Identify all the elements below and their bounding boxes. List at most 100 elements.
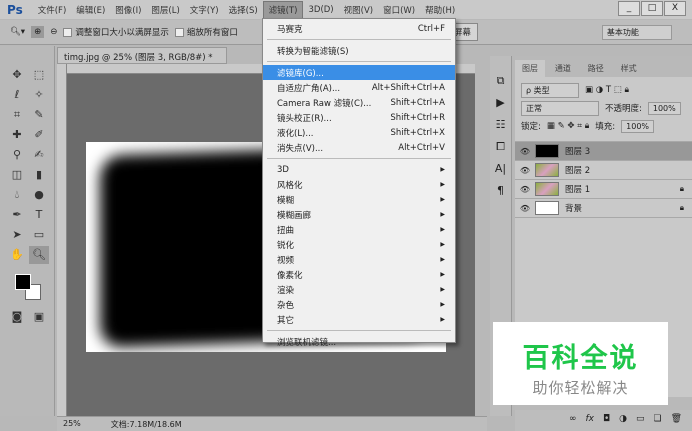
arrow-right-icon: ▶ (440, 286, 445, 293)
menu-bar: Ps 文件(F) 编辑(E) 图像(I) 图层(L) 文字(Y) 选择(S) 滤… (0, 0, 692, 19)
menu-layer[interactable]: 图层(L) (146, 2, 184, 18)
arrow-right-icon: ▶ (440, 316, 445, 323)
menu-item-vanishing-point[interactable]: 消失点(V)... Alt+Ctrl+V (263, 140, 455, 155)
hand-tool-icon[interactable]: ✋ (7, 246, 27, 264)
properties-icon[interactable]: ☷ (490, 114, 511, 136)
quick-mask-icon[interactable]: ◙ (7, 308, 27, 326)
document-tab[interactable]: timg.jpg @ 25% (图层 3, RGB/8#) * × (57, 47, 227, 73)
menu-3d[interactable]: 3D(D) (303, 3, 338, 17)
submenu-sharpen[interactable]: 锐化 ▶ (263, 237, 455, 252)
zoom-level[interactable]: 25% (63, 419, 81, 429)
layer-row[interactable]: 👁︎ 背景 🔒︎ (515, 199, 692, 218)
trash-icon[interactable]: 🗑︎ (671, 414, 682, 427)
layer-row[interactable]: 👁︎ 图层 2 (515, 161, 692, 180)
marquee-tool-icon[interactable]: ⬚ (29, 66, 49, 84)
close-button[interactable]: X (664, 1, 686, 16)
character-icon[interactable]: A| (490, 158, 511, 180)
crop-tool-icon[interactable]: ⌗ (7, 106, 27, 124)
move-tool-icon[interactable]: ✥ (7, 66, 27, 84)
fx-icon[interactable]: fx (585, 414, 594, 427)
toolbar: ✥ ⬚ ℓ ✧ ⌗ ✎ ✚ ✐ ⚲ ✍ ◫ ▮ 💧︎ ● ✒ T ➤ ▭ ✋ 🔍… (0, 46, 55, 416)
menu-item-filter-gallery[interactable]: 滤镜库(G)... (263, 65, 455, 80)
folder-icon[interactable]: ▭ (636, 414, 645, 427)
tab-styles[interactable]: 样式 (614, 60, 644, 77)
submenu-blur-gallery[interactable]: 模糊画廊 ▶ (263, 207, 455, 222)
zoom-out-icon[interactable]: ⊖ (50, 27, 57, 37)
mask-icon[interactable]: ◘ (603, 414, 610, 427)
tab-paths[interactable]: 路径 (581, 60, 611, 77)
submenu-distort[interactable]: 扭曲 ▶ (263, 222, 455, 237)
healing-brush-icon[interactable]: ✚ (7, 126, 27, 144)
menu-item-camera-raw[interactable]: Camera Raw 滤镜(C)... Shift+Ctrl+A (263, 95, 455, 110)
menu-item-lens-correction[interactable]: 镜头校正(R)... Shift+Ctrl+R (263, 110, 455, 125)
eraser-icon[interactable]: ◫ (7, 166, 27, 184)
dodge-tool-icon[interactable]: ● (29, 186, 49, 204)
submenu-noise[interactable]: 杂色 ▶ (263, 297, 455, 312)
path-select-icon[interactable]: ➤ (7, 226, 27, 244)
menu-window[interactable]: 窗口(W) (378, 2, 420, 18)
menu-item-convert-smart[interactable]: 转换为智能滤镜(S) (263, 43, 455, 58)
menu-file[interactable]: 文件(F) (33, 2, 72, 18)
clone-source-icon[interactable]: ⧠ (490, 136, 511, 158)
new-layer-icon[interactable]: ❏ (653, 414, 661, 427)
filter-kind-select[interactable]: ρ 类型 (521, 82, 579, 98)
opacity-field[interactable]: 100% (647, 101, 681, 115)
submenu-pixelate[interactable]: 像素化 ▶ (263, 267, 455, 282)
filter-icons[interactable]: ▣ ◑ T ⬚ 🔒︎ (585, 85, 629, 95)
history-brush-icon[interactable]: ✍ (29, 146, 49, 164)
eye-icon[interactable]: 👁︎ (515, 147, 535, 156)
magic-wand-icon[interactable]: ✧ (29, 86, 49, 104)
layer-row[interactable]: 👁︎ 图层 3 (515, 142, 692, 161)
eye-icon[interactable]: 👁︎ (515, 166, 535, 175)
menu-item-adaptive-wide-angle[interactable]: 自适应广角(A)... Alt+Shift+Ctrl+A (263, 80, 455, 95)
brush-tool-icon[interactable]: ✐ (29, 126, 49, 144)
menu-filter[interactable]: 滤镜(T) (262, 0, 304, 19)
eyedropper-icon[interactable]: ✎ (29, 106, 49, 124)
submenu-stylize[interactable]: 风格化 ▶ (263, 177, 455, 192)
menu-edit[interactable]: 编辑(E) (71, 2, 110, 18)
eye-icon[interactable]: 👁︎ (515, 204, 535, 213)
eye-icon[interactable]: 👁︎ (515, 185, 535, 194)
workspace-select[interactable]: 基本功能 (601, 24, 672, 40)
blur-tool-icon[interactable]: 💧︎ (7, 186, 27, 204)
lock-icons[interactable]: ▦ ✎ ✥ ⌗ 🔒︎ (547, 121, 589, 131)
tab-channels[interactable]: 通道 (548, 60, 578, 77)
submenu-render[interactable]: 渲染 ▶ (263, 282, 455, 297)
zoom-tool-icon[interactable]: 🔍︎▾ (10, 27, 25, 37)
menu-item-browse-online[interactable]: 浏览联机滤镜... (263, 334, 455, 349)
pen-tool-icon[interactable]: ✒ (7, 206, 27, 224)
blend-mode-select[interactable]: 正常 (521, 100, 599, 116)
paragraph-icon[interactable]: ¶ (490, 180, 511, 202)
minimize-button[interactable]: _ (618, 1, 640, 16)
shape-tool-icon[interactable]: ▭ (29, 226, 49, 244)
tab-layers[interactable]: 图层 (515, 60, 545, 77)
menu-help[interactable]: 帮助(H) (420, 2, 460, 18)
resize-window-checkbox[interactable]: 调整窗口大小以满屏显示 (63, 26, 169, 38)
menu-item-last-filter[interactable]: 马赛克 Ctrl+F (263, 21, 455, 36)
link-icon[interactable]: ∞ (569, 414, 577, 427)
submenu-3d[interactable]: 3D ▶ (263, 162, 455, 177)
menu-view[interactable]: 视图(V) (339, 2, 378, 18)
menu-type[interactable]: 文字(Y) (185, 2, 224, 18)
menu-image[interactable]: 图像(I) (110, 2, 146, 18)
zoom-tool-icon[interactable]: 🔍︎ (29, 246, 49, 264)
history-icon[interactable]: ⧉ (490, 70, 511, 92)
menu-item-liquify[interactable]: 液化(L)... Shift+Ctrl+X (263, 125, 455, 140)
adjustment-icon[interactable]: ◑ (619, 414, 627, 427)
actions-play-icon[interactable]: ▶ (490, 92, 511, 114)
submenu-other[interactable]: 其它 ▶ (263, 312, 455, 327)
submenu-video[interactable]: 视频 ▶ (263, 252, 455, 267)
gradient-icon[interactable]: ▮ (29, 166, 49, 184)
zoom-all-checkbox[interactable]: 缩放所有窗口 (174, 26, 238, 38)
zoom-in-icon[interactable]: ⊕ (31, 26, 45, 38)
layer-row[interactable]: 👁︎ 图层 1 🔒︎ (515, 180, 692, 199)
submenu-blur[interactable]: 模糊 ▶ (263, 192, 455, 207)
fill-field[interactable]: 100% (621, 119, 655, 133)
type-tool-icon[interactable]: T (29, 206, 49, 224)
stamp-tool-icon[interactable]: ⚲ (7, 146, 27, 164)
foreground-color-swatch[interactable] (15, 274, 31, 290)
maximize-button[interactable]: □ (641, 1, 663, 16)
screen-mode-icon[interactable]: ▣ (29, 308, 49, 326)
lasso-tool-icon[interactable]: ℓ (7, 86, 27, 104)
menu-select[interactable]: 选择(S) (224, 2, 263, 18)
